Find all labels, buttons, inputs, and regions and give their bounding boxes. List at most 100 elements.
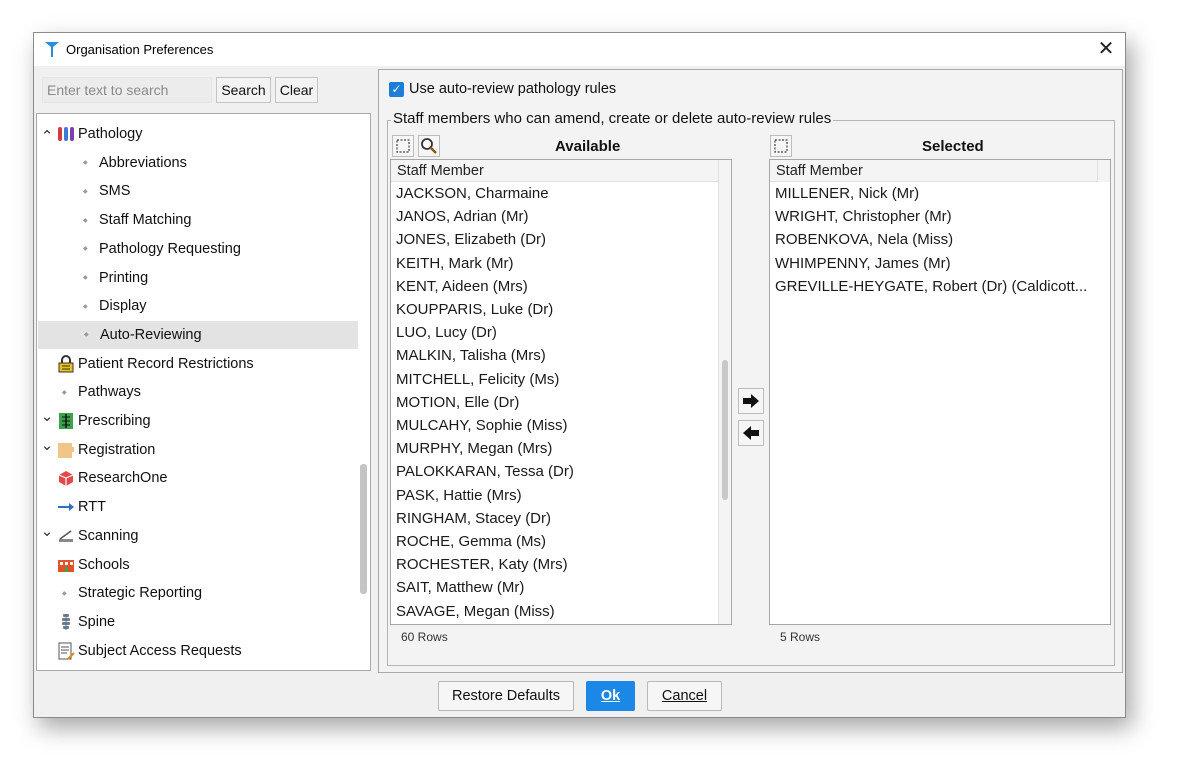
close-icon: ✕: [1097, 38, 1115, 60]
available-row-count: 60 Rows: [401, 630, 448, 644]
chevron-down-icon[interactable]: ⌄: [40, 438, 54, 457]
search-input[interactable]: [42, 77, 212, 103]
ok-button[interactable]: Ok: [586, 681, 635, 711]
padlock-icon: [57, 354, 75, 373]
settings-panel: ✓ Use auto-review pathology rules Staff …: [378, 69, 1123, 673]
tree-item-prescribing[interactable]: ⌄ Prescribing: [37, 407, 357, 435]
search-available-button[interactable]: [418, 135, 440, 157]
available-list-row[interactable]: MULCAHY, Sophie (Miss): [396, 414, 567, 437]
auto-review-checkbox[interactable]: ✓: [389, 82, 404, 97]
selected-list-row[interactable]: WRIGHT, Christopher (Mr): [775, 205, 952, 228]
select-all-icon: [396, 139, 410, 153]
tree-item-label: Printing: [99, 269, 149, 286]
tree-item-label: Auto-Reviewing: [100, 326, 202, 343]
test-tubes-icon: [57, 125, 75, 143]
available-list-row[interactable]: MURPHY, Megan (Mrs): [396, 437, 552, 460]
available-list-row[interactable]: ROCHE, Gemma (Ms): [396, 530, 546, 553]
tree-item-label: Pathology Requesting: [99, 240, 241, 257]
selected-list[interactable]: Staff Member MILLENER, Nick (Mr) WRIGHT, …: [769, 159, 1111, 625]
spine-icon: [57, 613, 75, 631]
tree-item-schools[interactable]: Schools: [37, 551, 357, 579]
tree-item-label: Spine: [78, 613, 116, 630]
tree-item-sms[interactable]: ◆ SMS: [37, 177, 357, 205]
available-list-row[interactable]: JACKSON, Charmaine: [396, 182, 549, 205]
select-all-icon: [774, 139, 788, 153]
tree-item-subject-access-requests[interactable]: Subject Access Requests: [37, 637, 357, 665]
tree-item-strategic-reporting[interactable]: ◆ Strategic Reporting: [37, 579, 357, 607]
available-column-header[interactable]: Staff Member: [391, 160, 731, 182]
organisation-preferences-dialog: Organisation Preferences ✕ Search Clear …: [33, 32, 1126, 718]
tree-item-label: Pathology: [78, 126, 143, 142]
selected-column-header[interactable]: Staff Member: [770, 160, 1110, 182]
tree-item-registration[interactable]: ⌄ Registration: [37, 436, 357, 464]
clear-button[interactable]: Clear: [275, 77, 318, 103]
tree-item-label: Strategic Reporting: [78, 585, 203, 602]
available-list-row[interactable]: KEITH, Mark (Mr): [396, 252, 514, 275]
tree-item-pathways[interactable]: ◆ Pathways: [37, 378, 357, 406]
search-button[interactable]: Search: [216, 77, 271, 103]
tree-item-pathology-requesting[interactable]: ◆ Pathology Requesting: [37, 235, 357, 263]
available-list-row[interactable]: RINGHAM, Stacey (Dr): [396, 507, 551, 530]
close-button[interactable]: ✕: [1095, 37, 1117, 61]
tree-item-label: RTT: [78, 499, 106, 516]
tree-item-auto-reviewing[interactable]: ◆ Auto-Reviewing: [38, 320, 358, 349]
available-list-row[interactable]: ROCHESTER, Katy (Mrs): [396, 553, 568, 576]
tree-item-label: Pathways: [78, 384, 141, 401]
auto-review-checkbox-label[interactable]: Use auto-review pathology rules: [409, 81, 616, 97]
available-list-row[interactable]: KOUPPARIS, Luke (Dr): [396, 298, 553, 321]
select-all-selected-button[interactable]: [770, 135, 792, 157]
selected-row-count: 5 Rows: [780, 630, 821, 644]
selected-list-row[interactable]: GREVILLE-HEYGATE, Robert (Dr) (Caldicott…: [775, 275, 1087, 298]
available-list-row[interactable]: LUO, Lucy (Dr): [396, 321, 497, 344]
research-cube-icon: [57, 469, 75, 487]
available-list-row[interactable]: SAIT, Matthew (Mr): [396, 576, 524, 599]
selected-list-row[interactable]: MILLENER, Nick (Mr): [775, 182, 919, 205]
arrow-left-icon: [743, 426, 759, 440]
staff-group-title: Staff members who can amend, create or d…: [391, 110, 834, 127]
scanner-icon: [57, 527, 75, 545]
tree-item-rtt[interactable]: RTT: [37, 493, 357, 521]
selected-list-row[interactable]: ROBENKOVA, Nela (Miss): [775, 228, 953, 251]
selected-list-row[interactable]: WHIMPENNY, James (Mr): [775, 252, 951, 275]
available-list-row[interactable]: JONES, Elizabeth (Dr): [396, 228, 546, 251]
add-selected-button[interactable]: [738, 388, 764, 414]
tree-item-label: Subject Access Requests: [78, 642, 242, 659]
available-list-row[interactable]: SAVAGE, Megan (Miss): [396, 600, 555, 623]
tree-item-label: Prescribing: [78, 413, 151, 429]
chevron-down-icon[interactable]: ⌄: [40, 409, 54, 428]
tree-item-scanning[interactable]: ⌄ Scanning: [37, 522, 357, 550]
tree-item-label: Schools: [78, 556, 130, 573]
select-all-available-button[interactable]: [392, 135, 414, 157]
selected-header-scroll-stub: [1097, 160, 1110, 182]
tree-item-staff-matching[interactable]: ◆ Staff Matching: [37, 206, 357, 234]
tree-scrollbar-thumb[interactable]: [360, 464, 367, 594]
app-logo-icon: [45, 42, 59, 57]
tree-item-researchone[interactable]: ResearchOne: [37, 464, 357, 492]
tree-item-display[interactable]: ◆ Display: [37, 292, 357, 320]
tree-item-pathology[interactable]: ⌃ Pathology: [37, 120, 357, 148]
available-list-row[interactable]: MOTION, Elle (Dr): [396, 391, 519, 414]
available-list-row[interactable]: KENT, Aideen (Mrs): [396, 275, 528, 298]
clear-button-label: Clear: [279, 82, 314, 98]
tree-item-label: Staff Matching: [99, 212, 192, 229]
available-list-row[interactable]: MALKIN, Talisha (Mrs): [396, 344, 546, 367]
available-list-row[interactable]: PALOKKARAN, Tessa (Dr): [396, 460, 574, 483]
available-list-row[interactable]: JANOS, Adrian (Mr): [396, 205, 529, 228]
preferences-tree[interactable]: ⌃ Pathology ◆ Abbreviations ◆ SMS ◆ Staff Match…: [36, 113, 371, 671]
chevron-up-icon[interactable]: ⌃: [40, 127, 54, 145]
available-list[interactable]: Staff Member JACKSON, Charmaine JANOS, Ad…: [390, 159, 732, 625]
remove-selected-button[interactable]: [738, 420, 764, 446]
bullet-icon: ◆: [62, 590, 67, 597]
selected-title: Selected: [922, 138, 984, 155]
available-list-row[interactable]: PASK, Hattie (Mrs): [396, 484, 522, 507]
restore-defaults-button[interactable]: Restore Defaults: [438, 681, 574, 711]
tree-item-patient-record-restrictions[interactable]: Patient Record Restrictions: [37, 350, 357, 378]
available-scrollbar-thumb[interactable]: [722, 360, 728, 500]
available-scrollbar[interactable]: [718, 160, 731, 624]
chevron-down-icon[interactable]: ⌄: [40, 524, 54, 543]
tree-item-abbreviations[interactable]: ◆ Abbreviations: [37, 149, 357, 177]
available-list-row[interactable]: MITCHELL, Felicity (Ms): [396, 368, 559, 391]
cancel-button[interactable]: Cancel: [647, 681, 722, 711]
tree-item-spine[interactable]: Spine: [37, 608, 357, 636]
tree-item-printing[interactable]: ◆ Printing: [37, 264, 357, 292]
